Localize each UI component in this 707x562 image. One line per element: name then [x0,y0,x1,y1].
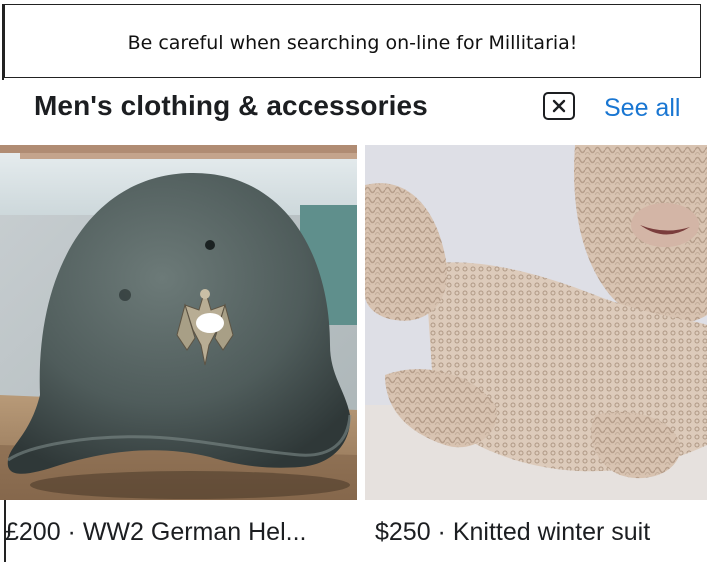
caption-banner: Be careful when searching on-line for Mi… [4,4,701,78]
listing-card-knitted-suit[interactable] [365,145,707,500]
marketplace-section-header: Men's clothing & accessories See all [0,80,707,140]
close-icon [552,99,566,113]
see-all-link[interactable]: See all [604,94,680,123]
listing-card-helmet[interactable] [0,145,357,500]
helmet-photo [0,145,357,500]
caption-text: Be careful when searching on-line for Mi… [127,32,578,54]
listing-title-helmet[interactable]: £200 · WW2 German Hel... [5,518,355,547]
listing-title-knitted-suit[interactable]: $250 · Knitted winter suit [375,518,650,547]
section-title: Men's clothing & accessories [34,90,428,121]
close-button[interactable] [543,92,575,120]
knitted-suit-photo [365,145,707,500]
